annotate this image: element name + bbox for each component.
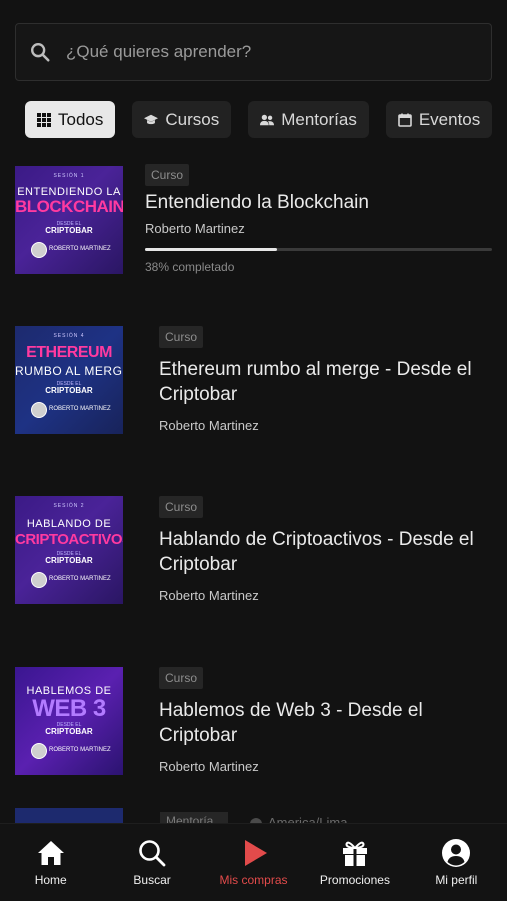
users-icon [260,114,275,125]
filter-chips: Todos Cursos Mentorías Eventos [25,101,507,138]
thumb-session: SESIÓN 1 [53,173,85,179]
profile-icon [442,839,471,867]
calendar-icon [398,113,412,127]
avatar [31,743,47,759]
avatar [31,572,47,588]
thumb-bar-name: CRIPTOBAR [45,226,93,235]
search-bar[interactable] [15,23,492,81]
avatar [31,242,47,258]
nav-promociones[interactable]: Promociones [304,824,405,901]
course-thumbnail: SESIÓN 1 ENTENDIENDO LA BLOCKCHAIN DESDE… [15,166,123,274]
thumb-host: ROBERTO MARTINEZ [49,576,111,582]
progress-bar [145,248,492,251]
nav-promociones-label: Promociones [319,873,390,887]
graduation-cap-icon [144,114,159,124]
item-title: Ethereum rumbo al merge - Desde el Cript… [159,359,472,405]
thumb-host: ROBERTO MARTINEZ [49,747,111,753]
list-item[interactable]: SESIÓN 4 ETHEREUM RUMBO AL MERGE DESDE E… [15,326,495,446]
thumb-line1: HABLANDO DE [26,518,112,530]
item-author: Roberto Martinez [159,418,259,433]
type-badge: Curso [159,496,204,518]
thumb-bar-name: CRIPTOBAR [45,386,93,395]
filter-eventos-label: Eventos [418,109,481,129]
course-thumbnail: HABLEMOS DE WEB 3 DESDE EL CRIPTOBAR ROB… [15,667,123,775]
thumb-bar-name: CRIPTOBAR [45,727,93,736]
item-title: Hablando de Criptoactivos - Desde el Cri… [159,529,474,575]
nav-buscar-label: Buscar [133,873,171,887]
filter-todos[interactable]: Todos [25,101,116,138]
thumb-line2: CRIPTOACTIVOS [15,531,123,548]
item-author: Roberto Martinez [159,759,259,774]
nav-mi-perfil-label: Mi perfil [435,873,478,887]
search-icon [139,840,166,867]
item-author: Roberto Martinez [145,221,245,236]
thumb-session: SESIÓN 2 [53,503,85,509]
gift-icon [342,841,367,866]
thumb-bar-name: CRIPTOBAR [45,556,93,565]
thumb-line2: RUMBO AL MERGE [15,364,123,378]
course-thumbnail: SESIÓN 4 ETHEREUM RUMBO AL MERGE DESDE E… [15,326,123,434]
thumb-line1: ETHEREUM [26,344,112,361]
search-input[interactable] [64,41,448,63]
bottom-nav: Home Buscar Mis compras Promociones Mi p… [0,823,507,901]
course-thumbnail: SESIÓN 2 HABLANDO DE CRIPTOACTIVOS DESDE… [15,496,123,604]
nav-mi-perfil[interactable]: Mi perfil [406,824,507,901]
filter-eventos[interactable]: Eventos [385,101,493,138]
nav-mis-compras-label: Mis compras [219,873,288,887]
nav-home[interactable]: Home [0,824,101,901]
filter-cursos-label: Cursos [165,109,220,129]
home-icon [37,841,64,865]
filter-mentorias[interactable]: Mentorías [248,101,369,138]
grid-icon [37,112,51,127]
list-item[interactable]: SESIÓN 2 HABLANDO DE CRIPTOACTIVOS DESDE… [15,496,495,616]
filter-todos-label: Todos [58,109,104,129]
list-item[interactable]: HABLEMOS DE WEB 3 DESDE EL CRIPTOBAR ROB… [15,667,495,787]
progress-fill [145,248,277,251]
progress-text: 38% completado [145,260,235,274]
avatar [31,402,47,418]
thumb-line2: BLOCKCHAIN [15,197,123,216]
search-icon [31,43,50,62]
type-badge: Curso [159,667,204,689]
thumb-line2: WEB 3 [32,695,106,722]
nav-buscar[interactable]: Buscar [101,824,202,901]
thumb-host: ROBERTO MARTINEZ [49,246,111,252]
item-title: Entendiendo la Blockchain [145,192,369,213]
item-author: Roberto Martinez [159,588,259,603]
play-icon [244,840,267,866]
type-badge: Curso [145,164,190,186]
nav-home-label: Home [34,873,67,887]
filter-mentorias-label: Mentorías [281,109,357,129]
thumb-session: SESIÓN 4 [53,333,85,339]
list-item[interactable]: SESIÓN 1 ENTENDIENDO LA BLOCKCHAIN DESDE… [15,164,495,286]
type-badge: Curso [159,326,204,348]
item-title: Hablemos de Web 3 - Desde el Criptobar [159,700,423,746]
filter-cursos[interactable]: Cursos [132,101,232,138]
thumb-host: ROBERTO MARTINEZ [49,406,111,412]
nav-mis-compras[interactable]: Mis compras [203,824,304,901]
